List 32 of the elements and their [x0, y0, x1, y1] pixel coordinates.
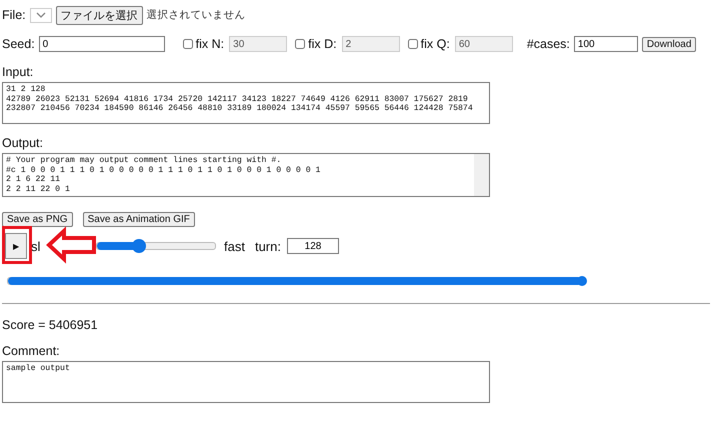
- speed-slider[interactable]: [96, 242, 216, 250]
- comment-textarea[interactable]: sample output: [2, 361, 490, 403]
- save-button[interactable]: Save as Animation GIF: [82, 212, 195, 227]
- seed-label: Seed:: [2, 37, 35, 51]
- seed-field[interactable]: 0: [38, 36, 165, 52]
- download-button[interactable]: Download: [642, 36, 696, 52]
- save-button[interactable]: Save as PNG: [2, 212, 73, 227]
- fix-checkbox[interactable]: [408, 39, 418, 49]
- score-text: Score = 5406951: [2, 318, 99, 332]
- cases-label: #cases:: [526, 37, 570, 51]
- input-label: Input:: [2, 65, 34, 79]
- fix-checkbox[interactable]: [295, 39, 306, 49]
- turn-label: turn:: [254, 238, 281, 254]
- input-textarea[interactable]: 31 2 128 42789 26023 52131 52694 41816 1734 25720 142117 34123 18227 74649 4126 62911 83007 175627 2819 232807 210456 70234 184590 86146 26456 48810 33189 180024 134174 45597 59565 56446 124428 75874: [2, 82, 490, 124]
- slow-label: sl: [31, 238, 41, 254]
- chevron-icon: [36, 12, 46, 18]
- scrollbar[interactable]: [474, 154, 489, 196]
- play-button[interactable]: ▶: [5, 233, 27, 259]
- file-label: File:: [2, 8, 26, 22]
- fix-label: fix Q:: [420, 37, 450, 51]
- output-label: Output:: [2, 136, 44, 150]
- comment-label: Comment:: [2, 344, 61, 358]
- output-textarea[interactable]: # Your program may output comment lines starting with #. #c 1 0 0 0 1 1 1 0 1 0 0 0 0 0 1 1 1 0 1 1 0 1 0 0 0 1 0 0 0 0 1 2 1 6 22 11 2 2 11 22 0 1: [2, 153, 490, 197]
- fix-label: fix N:: [196, 37, 224, 51]
- fast-label: fast: [224, 238, 245, 254]
- choose-file-button[interactable]: ファイルを選択: [56, 6, 143, 24]
- fix-checkbox[interactable]: [182, 39, 193, 49]
- file-dropdown[interactable]: [30, 8, 52, 22]
- fix-label: fix D:: [308, 37, 337, 51]
- cases-field[interactable]: 100: [574, 36, 638, 52]
- turn-field[interactable]: 128: [286, 238, 339, 254]
- file-status: 選択されていません: [146, 8, 246, 22]
